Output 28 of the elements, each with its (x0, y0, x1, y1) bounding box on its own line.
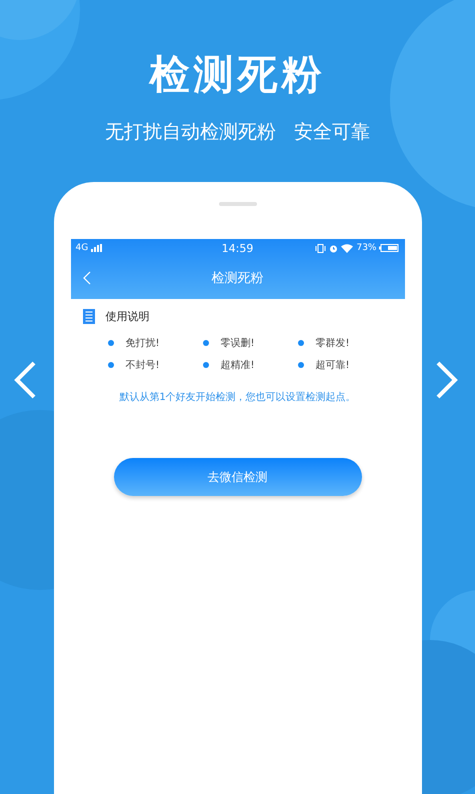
bullet-dot (202, 340, 208, 346)
status-time: 14:59 (222, 242, 254, 254)
feature-label: 零误删! (220, 337, 255, 350)
back-icon[interactable] (82, 271, 90, 285)
note-text: 默认从第1个好友开始检测，您也可以设置检测起点。 (118, 390, 357, 404)
wifi-icon (341, 244, 354, 252)
headline: 检测死粉 (150, 51, 326, 100)
feature-label: 超可靠! (316, 358, 350, 372)
bullet-dot (202, 362, 208, 368)
bullet-dot (108, 340, 114, 346)
tagline: 无打扰自动检测死粉 安全可靠 (104, 120, 370, 144)
feature-label: 不封号! (126, 358, 160, 372)
network-label: 4G (76, 243, 88, 253)
section-title: 使用说明 (106, 309, 150, 324)
feature-label: 超精准! (220, 358, 255, 372)
bullet-dot (298, 362, 304, 368)
bullet-dot (108, 362, 114, 368)
alarm-icon (329, 244, 338, 252)
signal-icon (91, 244, 104, 252)
vibrate-icon (315, 244, 326, 252)
screen-title: 检测死粉 (212, 270, 264, 287)
battery-icon (379, 244, 400, 252)
battery-percent: 73% (356, 243, 376, 253)
feature-label: 零群发! (316, 337, 350, 350)
bullet-dot (298, 340, 304, 346)
document-icon (82, 309, 96, 324)
wechat-check-button[interactable]: 去微信检测 (114, 458, 362, 496)
feature-label: 免打扰! (126, 336, 160, 350)
